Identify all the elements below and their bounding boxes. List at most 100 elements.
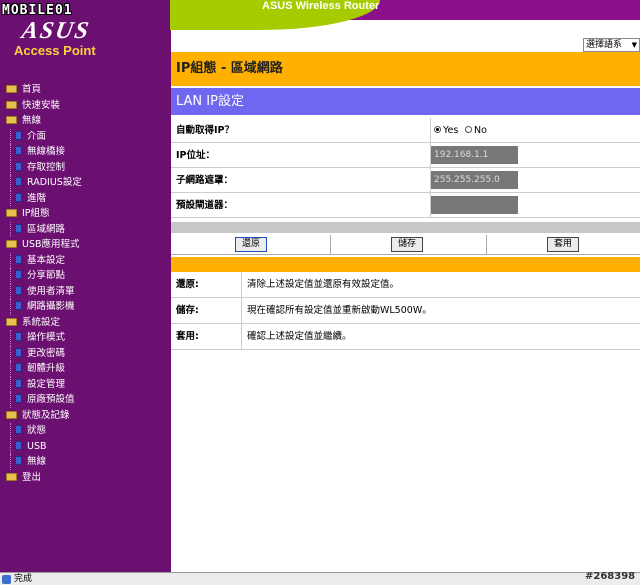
- asus-logo: ASUS: [19, 18, 93, 44]
- sidebar-item[interactable]: 快速安裝: [0, 98, 171, 114]
- section-title: LAN IP設定: [171, 88, 640, 115]
- document-icon: [15, 192, 22, 202]
- tree-line: [10, 159, 11, 175]
- button-row: 還原 儲存 套用: [171, 235, 640, 255]
- default-gateway-input[interactable]: [431, 196, 518, 214]
- sidebar-item[interactable]: 狀態: [0, 423, 171, 439]
- save-cell: 儲存: [331, 235, 487, 255]
- sidebar-item[interactable]: 系統設定: [0, 315, 171, 331]
- sidebar-item-label: 原廠預設值: [27, 394, 75, 405]
- tree-line: [10, 128, 11, 144]
- document-icon: [15, 456, 22, 465]
- sidebar-item[interactable]: 無線: [0, 113, 171, 129]
- apply-button[interactable]: 套用: [547, 237, 579, 252]
- sidebar-item[interactable]: 操作模式: [0, 330, 171, 346]
- sidebar-item-label: 快速安裝: [22, 99, 61, 111]
- folder-icon: [6, 240, 17, 248]
- sidebar-item[interactable]: 進階: [0, 190, 171, 206]
- ip-address-row: IP位址： 192.168.1.1: [171, 143, 640, 168]
- sidebar-item-label: 進階: [27, 192, 47, 204]
- sidebar-item[interactable]: 無線橋接: [0, 144, 171, 160]
- sidebar-item-label: USB應用程式: [22, 239, 80, 250]
- sidebar-item-label: 無線橋接: [27, 146, 66, 157]
- sidebar-item[interactable]: 首頁: [0, 82, 171, 98]
- tree-line: [10, 268, 11, 284]
- sidebar-item-label: 狀態: [27, 425, 47, 436]
- sidebar-item-label: 更改密碼: [27, 347, 66, 359]
- sidebar-item-label: 狀態及記錄: [22, 409, 70, 421]
- default-gateway-label: 預設閘道器：: [176, 200, 234, 211]
- access-point-label: Access Point: [14, 43, 96, 58]
- sidebar-item[interactable]: 區域網路: [0, 221, 171, 237]
- sidebar-item[interactable]: 分享節點: [0, 268, 171, 284]
- language-select[interactable]: 選擇語系 ▼: [583, 38, 640, 52]
- auto-ip-yes-option[interactable]: Yes: [434, 118, 458, 143]
- mobile01-watermark-logo: MOBILE01: [2, 3, 73, 18]
- radio-checked-icon[interactable]: [434, 126, 441, 133]
- post-id-watermark: #268398: [585, 571, 636, 582]
- sidebar-nav: 首頁 快速安裝 無線 介面 無線橋接 存取控制 RADIUS設定 進階 IP組態 區域網路 USB應…: [0, 82, 171, 485]
- tree-line: [10, 330, 11, 346]
- sidebar-item-label: 區域網路: [27, 223, 66, 235]
- sidebar-item[interactable]: 韌體升級: [0, 361, 171, 377]
- auto-ip-options: Yes No: [430, 118, 640, 142]
- tree-line: [10, 252, 11, 268]
- sidebar-item[interactable]: RADIUS設定: [0, 175, 171, 191]
- sidebar-item[interactable]: 登出: [0, 470, 171, 486]
- subnet-mask-input[interactable]: 255.255.255.0: [431, 171, 518, 189]
- tree-line: [10, 345, 11, 361]
- sidebar-item[interactable]: 網路攝影機: [0, 299, 171, 315]
- document-icon: [15, 223, 22, 233]
- folder-icon: [6, 317, 17, 326]
- document-icon: [15, 161, 22, 171]
- radio-unchecked-icon[interactable]: [465, 126, 472, 133]
- apply-cell: 套用: [487, 235, 640, 255]
- sidebar-item[interactable]: 狀態及記錄: [0, 408, 171, 424]
- document-icon: [15, 301, 22, 310]
- tree-line: [10, 283, 11, 299]
- sidebar-item-label: 使用者清單: [27, 285, 75, 297]
- auto-ip-no-option[interactable]: No: [465, 118, 487, 143]
- tree-line: [10, 190, 11, 206]
- sidebar-item-label: IP組態: [22, 208, 50, 219]
- document-icon: [15, 363, 22, 372]
- sidebar-item[interactable]: USB應用程式: [0, 237, 171, 253]
- restore-button[interactable]: 還原: [235, 237, 267, 252]
- sidebar-item[interactable]: 基本設定: [0, 252, 171, 268]
- sidebar-item[interactable]: 原廠預設值: [0, 392, 171, 408]
- sidebar-item[interactable]: IP組態: [0, 206, 171, 222]
- subnet-mask-cell: 255.255.255.0: [430, 168, 640, 192]
- sidebar-item-label: 無線: [27, 456, 47, 467]
- tree-line: [10, 438, 11, 454]
- sidebar-item-label: 設定管理: [27, 378, 66, 390]
- status-text: 完成: [14, 574, 33, 584]
- document-icon: [15, 378, 22, 388]
- sidebar-item[interactable]: 無線: [0, 454, 171, 470]
- folder-icon: [6, 410, 17, 419]
- document-icon: [15, 440, 22, 450]
- folder-icon: [6, 472, 17, 481]
- folder-icon: [6, 116, 17, 124]
- document-icon: [15, 177, 22, 186]
- help-text: 確認上述設定值並繼續。: [241, 324, 640, 350]
- tree-line: [10, 423, 11, 439]
- sidebar-item[interactable]: USB: [0, 438, 171, 454]
- sidebar-item[interactable]: 介面: [0, 128, 171, 144]
- sidebar-item-label: 系統設定: [22, 316, 61, 328]
- save-button[interactable]: 儲存: [391, 237, 423, 252]
- tree-line: [10, 175, 11, 191]
- sidebar-item-label: 操作模式: [27, 332, 66, 343]
- page-icon: [2, 575, 11, 584]
- sidebar-item[interactable]: 使用者清單: [0, 283, 171, 299]
- restore-cell: 還原: [171, 235, 331, 255]
- language-select-value: 選擇語系: [586, 40, 623, 50]
- help-label: 儲存:: [176, 305, 199, 316]
- sidebar-item[interactable]: 更改密碼: [0, 345, 171, 361]
- sidebar-item[interactable]: 設定管理: [0, 376, 171, 392]
- no-label: No: [474, 125, 487, 136]
- sidebar-item[interactable]: 存取控制: [0, 159, 171, 175]
- help-row: 儲存: 現在確認所有設定值並重新啟動WL500W。: [171, 298, 640, 324]
- tree-line: [10, 299, 11, 315]
- document-icon: [15, 332, 22, 341]
- ip-address-input[interactable]: 192.168.1.1: [431, 146, 518, 164]
